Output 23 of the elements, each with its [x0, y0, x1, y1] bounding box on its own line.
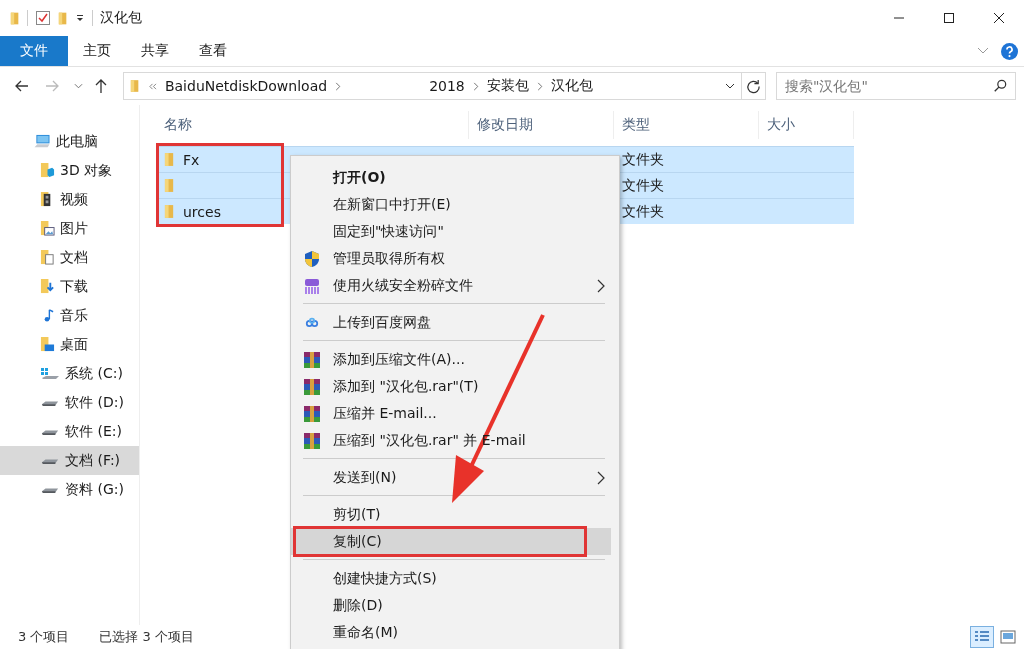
menu-item-label: 压缩并 E-mail... — [333, 404, 437, 423]
file-type: 文件夹 — [622, 176, 664, 195]
menu-item-label: 使用火绒安全粉碎文件 — [333, 276, 473, 295]
menu-item-label: 在新窗口中打开(E) — [333, 195, 451, 214]
menu-item-label: 打开(O) — [333, 168, 386, 187]
menu-item-label: 发送到(N) — [333, 468, 397, 487]
menu-item-label: 创建快捷方式(S) — [333, 569, 437, 588]
file-name: Fx — [183, 151, 200, 168]
menu-item-label: 添加到压缩文件(A)... — [333, 350, 465, 369]
menu-item-label: 添加到 "汉化包.rar"(T) — [333, 377, 479, 396]
menu-item-label: 管理员取得所有权 — [333, 249, 445, 268]
menu-item-label: 上传到百度网盘 — [333, 313, 431, 332]
menu-item-label: 剪切(T) — [333, 505, 381, 524]
menu-item-label: 复制(C) — [333, 532, 382, 551]
menu-item-label: 固定到"快速访问" — [333, 222, 444, 241]
menu-item-label: 重命名(M) — [333, 623, 398, 642]
selection-count: 已选择 3 个项目 — [99, 628, 194, 646]
file-type: 文件夹 — [622, 202, 664, 221]
menu-item-label: 删除(D) — [333, 596, 383, 615]
file-name: urces — [183, 203, 221, 220]
file-type: 文件夹 — [622, 150, 664, 169]
window-title: 汉化包 — [100, 9, 142, 27]
item-count: 3 个项目 — [18, 628, 70, 646]
